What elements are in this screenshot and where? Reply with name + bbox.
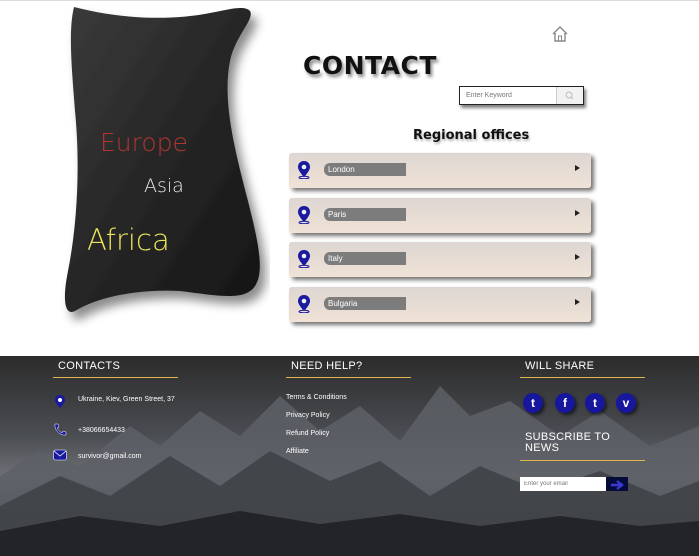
facebook-icon[interactable]: f (555, 393, 575, 413)
tumblr-icon[interactable]: t (585, 393, 605, 413)
location-pin-icon (298, 250, 310, 268)
caret-right-icon (575, 165, 580, 171)
will-share-divider (520, 377, 645, 378)
vimeo-icon[interactable]: v (616, 393, 636, 413)
need-help-heading: NEED HELP? (291, 360, 363, 372)
office-item-italy[interactable]: Italy (289, 242, 591, 277)
help-link-affiliate[interactable]: Affiliate (286, 448, 309, 455)
caret-right-icon (575, 299, 580, 305)
twitter-icon[interactable]: t (523, 393, 543, 413)
footer: CONTACTS Ukraine, Kiev, Green Street, 37… (0, 356, 699, 556)
contact-address: Ukraine, Kiev, Green Street, 37 (78, 396, 175, 403)
need-help-divider (286, 377, 411, 378)
search-button[interactable] (556, 87, 583, 104)
location-pin-icon (298, 161, 310, 179)
region-europe-label: Europe (100, 128, 188, 157)
regional-offices-title: Regional offices (413, 128, 530, 143)
subscribe-submit-button[interactable] (606, 477, 628, 491)
subscribe-email-input[interactable] (520, 477, 606, 491)
help-link-privacy[interactable]: Privacy Policy (286, 412, 330, 419)
contacts-heading: CONTACTS (58, 360, 121, 372)
office-label: Paris (324, 208, 406, 221)
arrow-right-icon (611, 480, 624, 490)
office-item-paris[interactable]: Paris (289, 198, 591, 233)
home-icon[interactable] (551, 25, 569, 43)
search-input[interactable] (460, 87, 564, 104)
search-box (459, 86, 584, 105)
email-icon (53, 449, 67, 461)
contacts-divider (53, 377, 178, 378)
office-item-london[interactable]: London (289, 153, 591, 188)
region-asia-label: Asia (144, 175, 184, 197)
world-regions-shape (64, 7, 260, 312)
office-label: Italy (324, 252, 406, 265)
office-label: London (324, 163, 406, 176)
search-icon (565, 91, 574, 100)
help-link-terms[interactable]: Terms & Conditions (286, 394, 347, 401)
help-link-refund[interactable]: Refund Policy (286, 430, 329, 437)
region-africa-label: Africa (87, 223, 170, 257)
contact-phone[interactable]: +38066654433 (78, 427, 125, 434)
location-pin-icon (298, 206, 310, 224)
caret-right-icon (575, 210, 580, 216)
caret-right-icon (575, 254, 580, 260)
office-item-bulgaria[interactable]: Bulgaria (289, 287, 591, 322)
contact-email[interactable]: survivor@gmail.com (78, 453, 142, 460)
office-label: Bulgaria (324, 297, 406, 310)
will-share-heading: WILL SHARE (525, 360, 595, 372)
subscribe-heading: SUBSCRIBE TO NEWS (525, 431, 611, 454)
phone-icon (54, 423, 67, 436)
subscribe-divider (520, 460, 645, 461)
main-section: Europe Asia Africa CONTACT Regional offi… (0, 0, 699, 356)
location-pin-icon (55, 395, 65, 408)
location-pin-icon (298, 295, 310, 313)
page-title: CONTACT (303, 51, 437, 80)
